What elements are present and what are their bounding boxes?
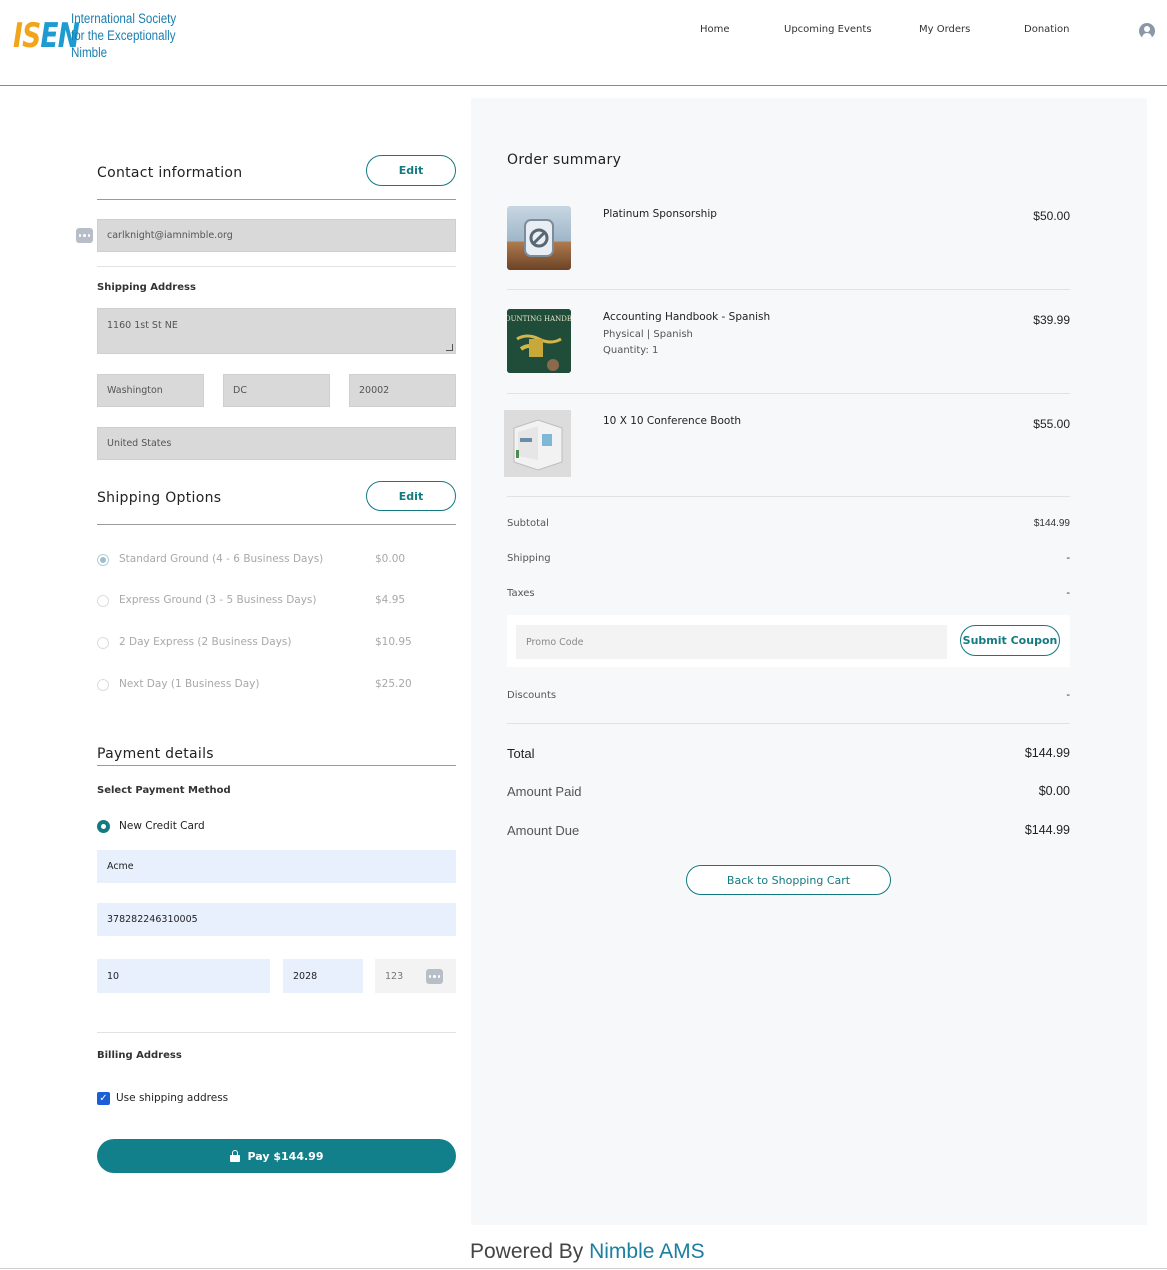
radio-selected-icon[interactable] <box>97 820 110 833</box>
payment-method-label: Select Payment Method <box>97 785 231 796</box>
sponsorship-image <box>507 206 571 270</box>
amount-due-label: Amount Due <box>507 823 580 838</box>
subtotal-value: $144.99 <box>1033 518 1070 529</box>
item-quantity: Quantity: 1 <box>603 345 659 356</box>
promo-code-input[interactable]: Promo Code <box>516 625 947 659</box>
item-price: $50.00 <box>1033 209 1070 223</box>
shipping-option-nextday[interactable]: Next Day (1 Business Day) $25.20 <box>97 677 417 693</box>
country-field[interactable]: United States <box>97 427 456 460</box>
amount-paid-value: $0.00 <box>1038 784 1070 798</box>
book-cover-text: ACCOUNTING HANDBOOK <box>507 315 571 323</box>
billing-divider <box>97 1032 456 1033</box>
nav-home[interactable]: Home <box>700 24 730 35</box>
more-dots-icon[interactable] <box>76 228 93 243</box>
item-price: $55.00 <box>1033 417 1070 431</box>
pay-button[interactable]: Pay $144.99 <box>97 1139 456 1173</box>
items-bottom-divider <box>507 496 1070 497</box>
email-field[interactable]: carlknight@iamnimble.org <box>97 219 456 252</box>
radio-icon[interactable] <box>97 637 109 649</box>
submit-coupon-button[interactable]: Submit Coupon <box>960 625 1060 656</box>
payment-title: Payment details <box>97 746 214 762</box>
taxes-label: Taxes <box>507 588 535 599</box>
shipping-edit-button[interactable]: Edit <box>366 481 456 511</box>
amount-due-value: $144.99 <box>1024 823 1070 837</box>
item-name: Platinum Sponsorship <box>603 208 717 220</box>
back-to-cart-button[interactable]: Back to Shopping Cart <box>686 865 891 895</box>
discounts-label: Discounts <box>507 690 557 701</box>
cvv-field[interactable]: 123 <box>375 959 456 993</box>
lock-icon <box>229 1150 240 1162</box>
use-shipping-checkbox[interactable]: ✓ <box>97 1092 110 1105</box>
radio-selected-icon[interactable] <box>97 554 109 566</box>
payment-divider <box>97 765 456 766</box>
nav-upcoming-events[interactable]: Upcoming Events <box>784 24 872 35</box>
item-divider <box>507 393 1070 394</box>
contact-edit-button[interactable]: Edit <box>366 155 456 186</box>
shipping-option-price: $4.95 <box>375 594 406 606</box>
item-name: 10 X 10 Conference Booth <box>603 415 742 427</box>
footer-divider <box>0 1268 1167 1269</box>
powered-by-brand[interactable]: Nimble AMS <box>589 1240 705 1263</box>
use-shipping-label[interactable]: Use shipping address <box>116 1092 228 1104</box>
more-dots-icon[interactable] <box>426 969 443 984</box>
book-cover-image: ACCOUNTING HANDBOOK <box>507 309 571 373</box>
discounts-value: - <box>1066 689 1070 701</box>
cvv-placeholder: 123 <box>385 970 404 982</box>
item-variant: Physical | Spanish <box>603 329 693 340</box>
exp-year-field[interactable]: 2028 <box>283 959 363 993</box>
nav-donation[interactable]: Donation <box>1024 24 1069 35</box>
exp-month-field[interactable]: 10 <box>97 959 270 993</box>
amount-paid-label: Amount Paid <box>507 784 582 799</box>
site-header: ISEN International Society for the Excep… <box>0 0 1167 86</box>
shipping-option-name: Standard Ground (4 - 6 Business Days) <box>119 553 324 565</box>
card-number-field[interactable]: 378282246310005 <box>97 903 456 936</box>
contact-title: Contact information <box>97 165 243 181</box>
item-name: Accounting Handbook - Spanish <box>603 311 771 323</box>
shipping-label: Shipping <box>507 553 551 564</box>
shipping-option-price: $10.95 <box>375 636 412 648</box>
total-value: $144.99 <box>1024 746 1070 760</box>
pay-button-label: Pay $144.99 <box>247 1149 324 1163</box>
powered-by: Powered By Nimble AMS <box>470 1240 705 1264</box>
main-nav: Home Upcoming Events My Orders Donation <box>0 24 1167 38</box>
city-field[interactable]: Washington <box>97 374 204 407</box>
subtotal-label: Subtotal <box>507 518 549 529</box>
shipping-options-title: Shipping Options <box>97 490 222 506</box>
shipping-option-name: Next Day (1 Business Day) <box>119 678 260 690</box>
state-field[interactable]: DC <box>223 374 330 407</box>
powered-by-prefix: Powered By <box>470 1240 584 1263</box>
radio-icon[interactable] <box>97 595 109 607</box>
email-divider <box>97 266 456 267</box>
shipping-address-label: Shipping Address <box>97 282 196 293</box>
totals-divider <box>507 723 1070 724</box>
shipping-option-2day[interactable]: 2 Day Express (2 Business Days) $10.95 <box>97 635 417 651</box>
item-divider <box>507 289 1070 290</box>
shipping-option-standard[interactable]: Standard Ground (4 - 6 Business Days) $0… <box>97 552 417 568</box>
street-value: 1160 1st St NE <box>107 320 178 331</box>
item-price: $39.99 <box>1033 313 1070 327</box>
zip-field[interactable]: 20002 <box>349 374 456 407</box>
shipping-option-price: $0.00 <box>375 553 406 565</box>
payment-method-option[interactable]: New Credit Card <box>119 820 205 832</box>
shipping-options-divider <box>97 524 456 525</box>
billing-address-label: Billing Address <box>97 1050 182 1061</box>
nav-my-orders[interactable]: My Orders <box>919 24 970 35</box>
card-name-field[interactable]: Acme <box>97 850 456 883</box>
street-field[interactable]: 1160 1st St NE <box>97 308 456 354</box>
booth-image <box>504 410 571 477</box>
radio-icon[interactable] <box>97 679 109 691</box>
taxes-value: - <box>1066 587 1070 599</box>
user-circle-icon[interactable] <box>1139 23 1155 39</box>
contact-divider <box>97 199 456 200</box>
shipping-option-express[interactable]: Express Ground (3 - 5 Business Days) $4.… <box>97 593 417 609</box>
shipping-option-name: Express Ground (3 - 5 Business Days) <box>119 594 317 606</box>
order-summary-title: Order summary <box>507 152 622 168</box>
shipping-value: - <box>1066 552 1070 564</box>
shipping-option-price: $25.20 <box>375 678 412 690</box>
total-label: Total <box>507 746 535 761</box>
resize-handle-icon[interactable] <box>446 344 453 351</box>
shipping-option-name: 2 Day Express (2 Business Days) <box>119 636 292 648</box>
